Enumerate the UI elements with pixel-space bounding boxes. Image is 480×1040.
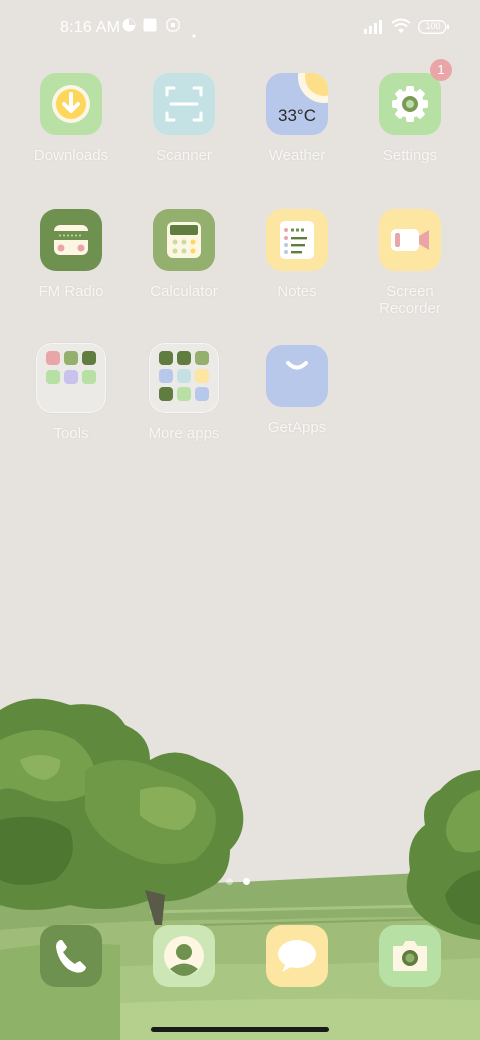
folder-mini-icon [195,351,209,365]
folder-mini-icon [64,370,78,384]
camera-icon[interactable] [379,925,441,987]
app-label: Settings [382,147,438,164]
weather-temp: 33°C [278,106,316,125]
folder-icon [149,343,219,413]
folder-mini-icon [82,370,96,384]
status-time: 8:16 AM [60,19,121,36]
scanner-icon [153,73,215,135]
app-screen-recorder[interactable]: Screen Recorder [354,209,466,317]
signal-icon [364,18,386,39]
folder-mini-icon [159,369,173,383]
square-notification-icon [143,18,157,37]
battery-level: 100 [425,21,441,31]
status-bar: 8:16 AM 100 [0,0,480,56]
sim-icon [166,18,180,37]
video-camera-icon [379,209,441,271]
app-label: FM Radio [38,283,104,300]
folder-mini-icon [82,351,96,365]
folder-mini-icon [177,387,191,401]
radio-icon [40,209,102,271]
app-getapps[interactable]: GetApps [241,345,353,436]
app-label: Screen Recorder [379,283,441,317]
folder-icon [36,343,106,413]
folder-mini-icon [177,369,191,383]
weather-icon: 33°C [266,73,328,135]
app-scanner[interactable]: Scanner [128,73,240,164]
app-label: Downloads [33,147,109,164]
home-indicator-bar[interactable] [151,1027,329,1032]
app-label: GetApps [267,419,327,436]
notes-icon [266,209,328,271]
app-downloads[interactable]: Downloads [15,73,127,164]
folder-mini-icon [159,387,173,401]
app-settings[interactable]: 1 Settings [354,59,466,164]
contact-icon[interactable] [153,925,215,987]
folder-mini-icon [195,387,209,401]
page-dot-active[interactable] [243,878,250,885]
shopping-bag-icon [266,345,328,407]
folder-mini-icon [177,351,191,365]
download-icon [40,73,102,135]
app-fm-radio[interactable]: FM Radio [15,209,127,300]
page-dot[interactable] [226,878,233,885]
app-label: Notes [277,283,317,300]
app-label: More apps [148,425,220,442]
app-notes[interactable]: Notes [241,209,353,300]
folder-mini-icon [159,351,173,365]
folder-tools[interactable]: Tools [15,343,127,442]
folder-mini-icon [64,351,78,365]
wifi-icon [391,18,411,39]
phone-icon[interactable] [40,925,102,987]
app-label: Scanner [156,147,212,164]
data-saver-icon [122,18,136,37]
dot-icon [192,25,196,43]
battery-icon: 100 [418,20,450,39]
app-weather[interactable]: 33°C Weather [241,73,353,164]
gear-icon [379,73,441,135]
message-icon[interactable] [266,925,328,987]
folder-mini-icon [46,351,60,365]
folder-more-apps[interactable]: More apps [128,343,240,442]
notification-badge: 1 [430,59,452,81]
app-label: Weather [268,147,326,164]
folder-mini-icon [46,370,60,384]
app-label: Tools [53,425,89,442]
folder-mini-icon [195,369,209,383]
app-calculator[interactable]: Calculator [128,209,240,300]
calculator-icon [153,209,215,271]
app-label: Calculator [150,283,218,300]
